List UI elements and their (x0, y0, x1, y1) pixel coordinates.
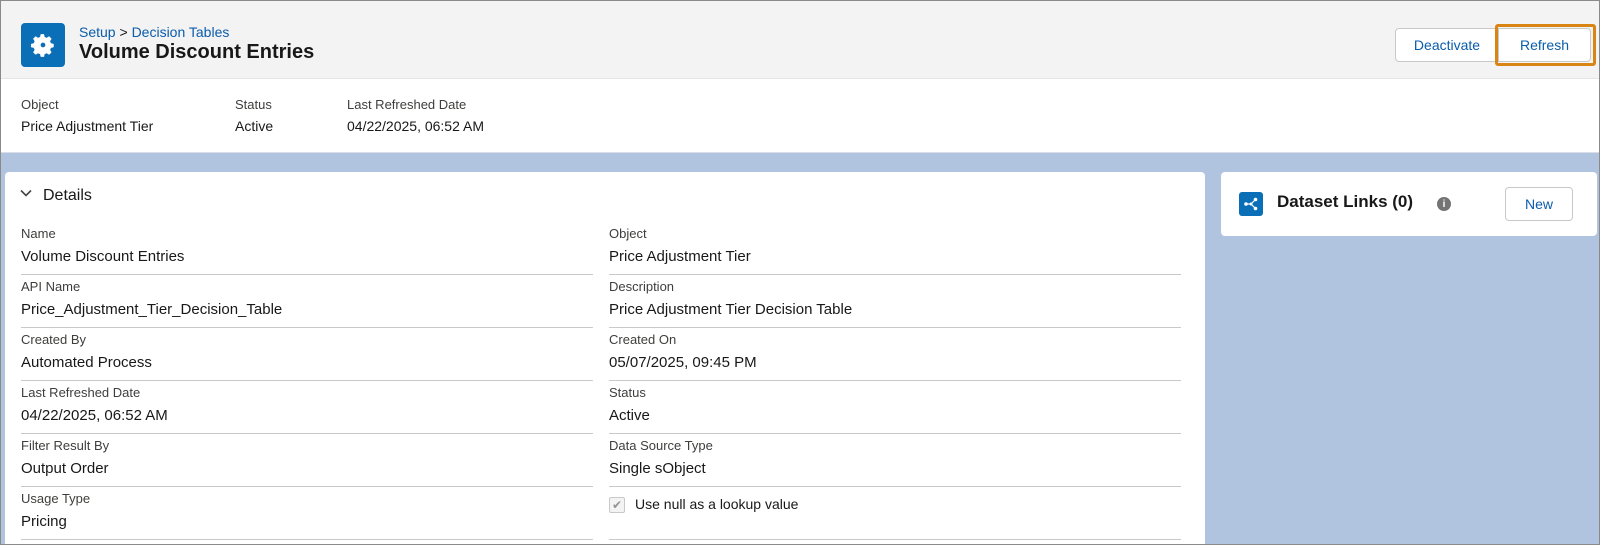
highlight-label: Object (21, 97, 59, 112)
deactivate-button[interactable]: Deactivate (1395, 28, 1499, 62)
field-filter-result-by: Filter Result By Output Order (21, 434, 593, 487)
field-status: Status Active (609, 381, 1181, 434)
field-value: Price Adjustment Tier (609, 248, 751, 265)
highlight-label: Status (235, 97, 272, 112)
field-value: Pricing (21, 513, 67, 530)
field-label: Created On (609, 332, 677, 347)
info-icon[interactable]: i (1437, 197, 1451, 211)
breadcrumb-decision-tables[interactable]: Decision Tables (132, 24, 230, 40)
field-value: 05/07/2025, 09:45 PM (609, 354, 757, 371)
null-lookup-checkbox: ✔ (609, 497, 625, 513)
field-label: Filter Result By (21, 438, 110, 453)
field-value: Output Order (21, 460, 109, 477)
field-value: Automated Process (21, 354, 152, 371)
field-label: Last Refreshed Date (21, 385, 141, 400)
app-frame: Setup > Decision Tables Volume Discount … (0, 0, 1600, 545)
highlight-value: Active (235, 118, 274, 134)
field-data-source-type: Data Source Type Single sObject (609, 434, 1181, 487)
field-label: Object (609, 226, 647, 241)
field-label: Usage Type (21, 491, 91, 506)
field-description: Description Price Adjustment Tier Decisi… (609, 275, 1181, 328)
field-label: Description (609, 279, 675, 294)
field-value: 04/22/2025, 06:52 AM (21, 407, 168, 424)
dataset-link-icon (1239, 192, 1263, 216)
field-label: Status (609, 385, 646, 400)
header-top: Setup > Decision Tables Volume Discount … (1, 1, 1599, 79)
field-object: Object Price Adjustment Tier (609, 222, 1181, 275)
gear-icon (21, 23, 65, 67)
breadcrumb-setup[interactable]: Setup (79, 24, 116, 40)
field-value: Volume Discount Entries (21, 248, 185, 265)
breadcrumb-separator: > (115, 24, 132, 40)
breadcrumb: Setup > Decision Tables (79, 24, 229, 40)
null-lookup-label: Use null as a lookup value (635, 496, 799, 512)
field-created-by: Created By Automated Process (21, 328, 593, 381)
refresh-button[interactable]: Refresh (1499, 28, 1591, 62)
highlight-value: Price Adjustment Tier (21, 118, 154, 134)
field-usage-type: Usage Type Pricing (21, 487, 593, 540)
highlight-value: 04/22/2025, 06:52 AM (347, 118, 484, 134)
field-null-lookup: ✔ Use null as a lookup value (609, 487, 1181, 540)
dataset-links-title: Dataset Links (0) (1277, 192, 1414, 211)
highlight-last-refreshed: Last Refreshed Date 04/22/2025, 06:52 AM (347, 97, 484, 134)
field-value: Price_Adjustment_Tier_Decision_Table (21, 301, 283, 318)
field-value: Active (609, 407, 650, 424)
field-value: Single sObject (609, 460, 706, 477)
chevron-down-icon (19, 186, 33, 205)
new-dataset-link-button[interactable]: New (1505, 187, 1573, 221)
field-label: API Name (21, 279, 81, 294)
field-label: Name (21, 226, 56, 241)
field-value: Price Adjustment Tier Decision Table (609, 301, 853, 318)
page-title: Volume Discount Entries (79, 41, 315, 63)
dataset-links-card: Dataset Links (0) i New (1221, 172, 1597, 236)
field-created-on: Created On 05/07/2025, 09:45 PM (609, 328, 1181, 381)
details-card: Details Name Volume Discount Entries API… (5, 172, 1205, 544)
field-label: Created By (21, 332, 87, 347)
field-api-name: API Name Price_Adjustment_Tier_Decision_… (21, 275, 593, 328)
highlight-status: Status Active (235, 97, 273, 134)
page-header: Setup > Decision Tables Volume Discount … (1, 1, 1599, 153)
highlight-object: Object Price Adjustment Tier (21, 97, 153, 134)
details-section-title: Details (43, 186, 92, 204)
field-last-refreshed-date: Last Refreshed Date 04/22/2025, 06:52 AM (21, 381, 593, 434)
field-label: Data Source Type (609, 438, 713, 453)
highlight-label: Last Refreshed Date (347, 97, 467, 112)
field-name: Name Volume Discount Entries (21, 222, 593, 275)
details-section-toggle[interactable]: Details (19, 186, 92, 205)
